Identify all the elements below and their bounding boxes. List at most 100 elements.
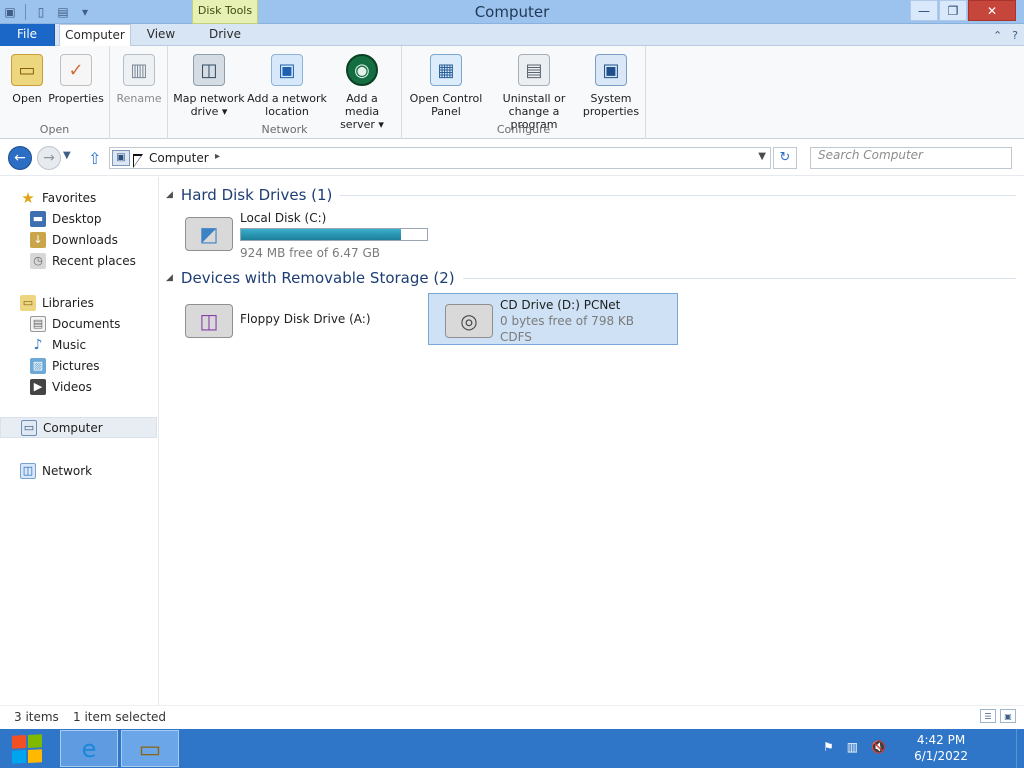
- sidebar-item-label: Music: [52, 337, 87, 352]
- add-network-location-button[interactable]: ▣ Add a network location: [246, 50, 328, 118]
- computer-icon[interactable]: ▣: [0, 2, 20, 22]
- add-network-location-icon: ▣: [271, 54, 303, 86]
- drive-name: Floppy Disk Drive (A:): [240, 312, 371, 326]
- new-folder-icon[interactable]: ▤: [53, 2, 73, 22]
- drive-name: CD Drive (D:) PCNet: [500, 298, 621, 312]
- refresh-button[interactable]: ↻: [773, 147, 797, 169]
- system-properties-button[interactable]: ▣ System properties: [582, 50, 640, 118]
- sidebar-item-label: Downloads: [52, 232, 118, 247]
- control-panel-button[interactable]: ▦ Open Control Panel: [406, 50, 486, 118]
- action-center-icon[interactable]: ⚑: [823, 740, 834, 754]
- address-dropdown-icon[interactable]: ▼: [758, 151, 766, 162]
- ribbon-button-label: Map network drive ▾: [173, 92, 245, 118]
- map-network-drive-button[interactable]: ◫ Map network drive ▾: [172, 50, 246, 118]
- recent-locations-dropdown-icon[interactable]: ▼: [63, 150, 71, 161]
- sidebar-item-videos[interactable]: ▶ Videos: [0, 376, 157, 397]
- sidebar-item-recent-places[interactable]: ◷ Recent places: [0, 250, 157, 271]
- section-title: Devices with Removable Storage (2): [180, 269, 455, 287]
- drive-tile-local-disk-c[interactable]: ◩ Local Disk (C:) 924 MB free of 6.47 GB: [169, 207, 428, 260]
- rename-button[interactable]: ▥ Rename: [113, 50, 165, 105]
- minimize-button[interactable]: —: [910, 0, 938, 21]
- sidebar-item-label: Documents: [52, 316, 121, 331]
- sidebar-item-libraries[interactable]: ▭ Libraries: [0, 292, 157, 313]
- address-breadcrumb[interactable]: Computer: [149, 151, 209, 165]
- details-view-icon[interactable]: ☰: [980, 709, 996, 723]
- collapse-triangle-icon[interactable]: ◢: [166, 273, 173, 283]
- internet-explorer-taskbar-button[interactable]: e: [60, 730, 118, 767]
- clock-date: 6/1/2022: [914, 749, 968, 763]
- address-chevron-icon[interactable]: ▸: [134, 151, 139, 162]
- tab-computer[interactable]: Computer: [59, 24, 131, 47]
- tab-view[interactable]: View: [135, 24, 187, 46]
- control-panel-icon: ▦: [430, 54, 462, 86]
- sidebar-item-pictures[interactable]: ▨ Pictures: [0, 355, 157, 376]
- music-icon: ♪: [33, 336, 43, 353]
- breadcrumb-chevron-icon[interactable]: ▸: [215, 151, 220, 162]
- network-status-icon[interactable]: ▥: [847, 740, 858, 754]
- up-arrow-icon[interactable]: ⇧: [88, 149, 101, 168]
- collapse-triangle-icon[interactable]: ◢: [166, 190, 173, 200]
- close-button[interactable]: ✕: [968, 0, 1016, 21]
- open-button[interactable]: ▭ Open: [8, 50, 46, 105]
- forward-button[interactable]: →: [37, 146, 61, 170]
- view-buttons: ☰ ▣: [980, 709, 1016, 723]
- desktop-icon: ▬: [30, 210, 46, 227]
- address-bar[interactable]: ▣ ▸ Computer ▸ ▼: [109, 147, 771, 169]
- sidebar-item-documents[interactable]: ▤ Documents: [0, 313, 157, 334]
- system-tray: ⚑ ▥ 🔇: [823, 740, 886, 754]
- properties-icon: ✓: [60, 54, 92, 86]
- drive-tile-cd-drive-d[interactable]: ◎ CD Drive (D:) PCNet 0 bytes free of 798 …: [428, 293, 678, 345]
- sidebar-item-computer[interactable]: ▭ Computer: [0, 417, 157, 438]
- computer-icon: ▭: [21, 419, 37, 436]
- sidebar-item-desktop[interactable]: ▬ Desktop: [0, 208, 157, 229]
- sidebar-item-label: Favorites: [42, 190, 97, 205]
- drive-name: Local Disk (C:): [240, 211, 327, 225]
- downloads-icon: ↓: [30, 231, 46, 248]
- sidebar-item-label: Videos: [52, 379, 92, 394]
- dropdown-icon[interactable]: ▾: [75, 2, 95, 22]
- properties-button[interactable]: ✓ Properties: [47, 50, 105, 105]
- section-header: ◢ Hard Disk Drives (1): [166, 185, 1016, 205]
- floppy-drive-icon: ◫: [185, 304, 233, 338]
- search-input[interactable]: Search Computer: [810, 147, 1012, 169]
- network-icon: ◫: [20, 462, 36, 479]
- content-area: ◢ Hard Disk Drives (1) ◢ Devices with Remov…: [160, 177, 1024, 705]
- show-desktop-button[interactable]: [1016, 729, 1024, 768]
- section-divider: [462, 277, 1016, 279]
- selected-count: 1 item selected: [73, 710, 167, 724]
- file-explorer-taskbar-button[interactable]: ▭: [121, 730, 179, 767]
- sidebar-item-music[interactable]: ♪ Music: [0, 334, 157, 355]
- rename-icon: ▥: [123, 54, 155, 86]
- sidebar-item-downloads[interactable]: ↓ Downloads: [0, 229, 157, 250]
- minimize-ribbon-icon[interactable]: ⌃: [993, 29, 1002, 42]
- tab-file[interactable]: File: [0, 24, 55, 46]
- videos-icon: ▶: [30, 378, 46, 395]
- ribbon-button-label: Open Control Panel: [409, 92, 483, 118]
- ribbon-button-label: Add a network location: [247, 92, 327, 118]
- maximize-button[interactable]: ❐: [939, 0, 967, 21]
- sidebar-item-label: Desktop: [52, 211, 102, 226]
- disk-tools-context-label: Disk Tools: [192, 0, 258, 24]
- tab-drive[interactable]: Drive: [192, 24, 258, 46]
- help-icon[interactable]: ?: [1012, 29, 1018, 42]
- volume-muted-icon[interactable]: 🔇: [871, 740, 886, 754]
- drive-tile-floppy-a[interactable]: ◫ Floppy Disk Drive (A:): [169, 294, 419, 346]
- properties-icon[interactable]: ▯: [31, 2, 51, 22]
- window-controls: — ❐ ✕: [910, 0, 1016, 21]
- sidebar-item-network[interactable]: ◫ Network: [0, 460, 157, 481]
- drive-free-space: 0 bytes free of 798 KB: [500, 314, 634, 328]
- clock[interactable]: 4:42 PM 6/1/2022: [914, 732, 968, 764]
- back-button[interactable]: ←: [8, 146, 32, 170]
- media-server-button[interactable]: ◉ Add a media server ▾: [328, 50, 396, 131]
- large-icons-view-icon[interactable]: ▣: [1000, 709, 1016, 723]
- sidebar-item-favorites[interactable]: ★ Favorites: [0, 187, 157, 208]
- start-button[interactable]: [12, 734, 42, 764]
- ribbon-right-controls: ⌃ ?: [993, 24, 1018, 46]
- configure-group: ▦ Open Control Panel ▤ Uninstall or change …: [402, 46, 646, 139]
- pictures-icon: ▨: [30, 357, 46, 374]
- map-network-drive-icon: ◫: [193, 54, 225, 86]
- drive-free-space: 924 MB free of 6.47 GB: [240, 246, 381, 260]
- recent-places-icon: ◷: [30, 252, 46, 269]
- uninstall-program-button[interactable]: ▤ Uninstall or change a program: [486, 50, 582, 131]
- favorites-icon: ★: [21, 188, 35, 207]
